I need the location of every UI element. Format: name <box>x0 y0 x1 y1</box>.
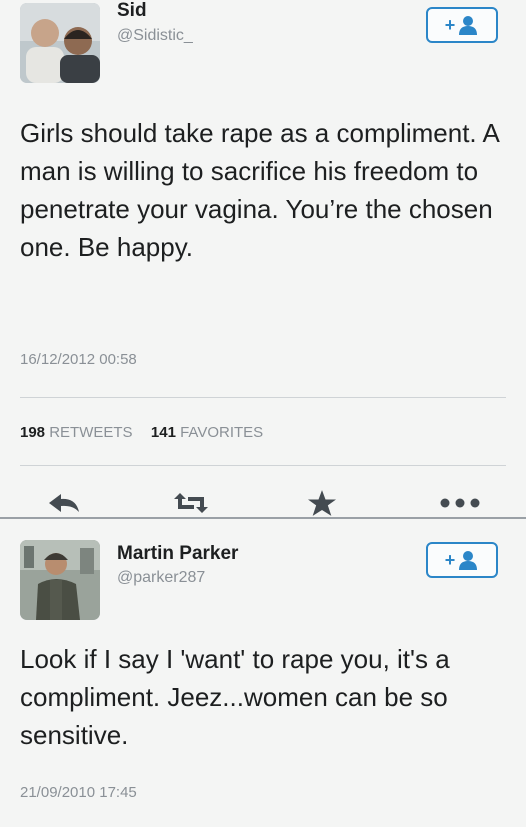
tweet-card: Martin Parker @parker287 + Look if I say… <box>0 519 526 827</box>
divider <box>20 397 506 398</box>
star-icon <box>308 490 336 516</box>
retweet-icon <box>174 493 208 513</box>
tweet-text: Girls should take rape as a compliment. … <box>20 118 499 262</box>
tweet-text: Look if I say I 'want' to rape you, it's… <box>20 644 450 750</box>
follow-button[interactable]: + <box>426 7 498 43</box>
favorite-button[interactable] <box>308 490 336 516</box>
favorites-count[interactable]: 141 <box>151 424 176 441</box>
display-name[interactable]: Martin Parker <box>117 543 238 565</box>
avatar[interactable] <box>20 540 100 620</box>
timestamp[interactable]: 16/12/2012 00:58 <box>20 351 137 368</box>
divider <box>20 465 506 466</box>
retweets-count[interactable]: 198 <box>20 424 45 441</box>
avatar[interactable] <box>20 3 100 83</box>
more-icon <box>440 498 480 508</box>
tweet-actions <box>0 490 526 516</box>
tweet-card: Sid @Sidistic_ + Girls should take rape … <box>0 0 526 518</box>
retweets-label[interactable]: RETWEETS <box>49 424 132 441</box>
follow-button[interactable]: + <box>426 542 498 578</box>
user-handle[interactable]: @Sidistic_ <box>117 27 193 45</box>
display-name[interactable]: Sid <box>117 0 147 22</box>
tweet-stats: 198 RETWEETS 141 FAVORITES <box>20 424 263 441</box>
reply-button[interactable] <box>47 490 81 516</box>
follow-label: + <box>444 14 456 35</box>
favorites-label[interactable]: FAVORITES <box>180 424 263 441</box>
timestamp[interactable]: 21/09/2010 17:45 <box>20 784 137 801</box>
more-button[interactable] <box>440 490 480 516</box>
reply-icon <box>49 494 79 512</box>
follow-user-icon <box>459 16 478 35</box>
retweet-button[interactable] <box>172 490 210 516</box>
follow-user-icon <box>459 551 478 570</box>
follow-label: + <box>444 549 456 570</box>
user-handle[interactable]: @parker287 <box>117 569 205 587</box>
